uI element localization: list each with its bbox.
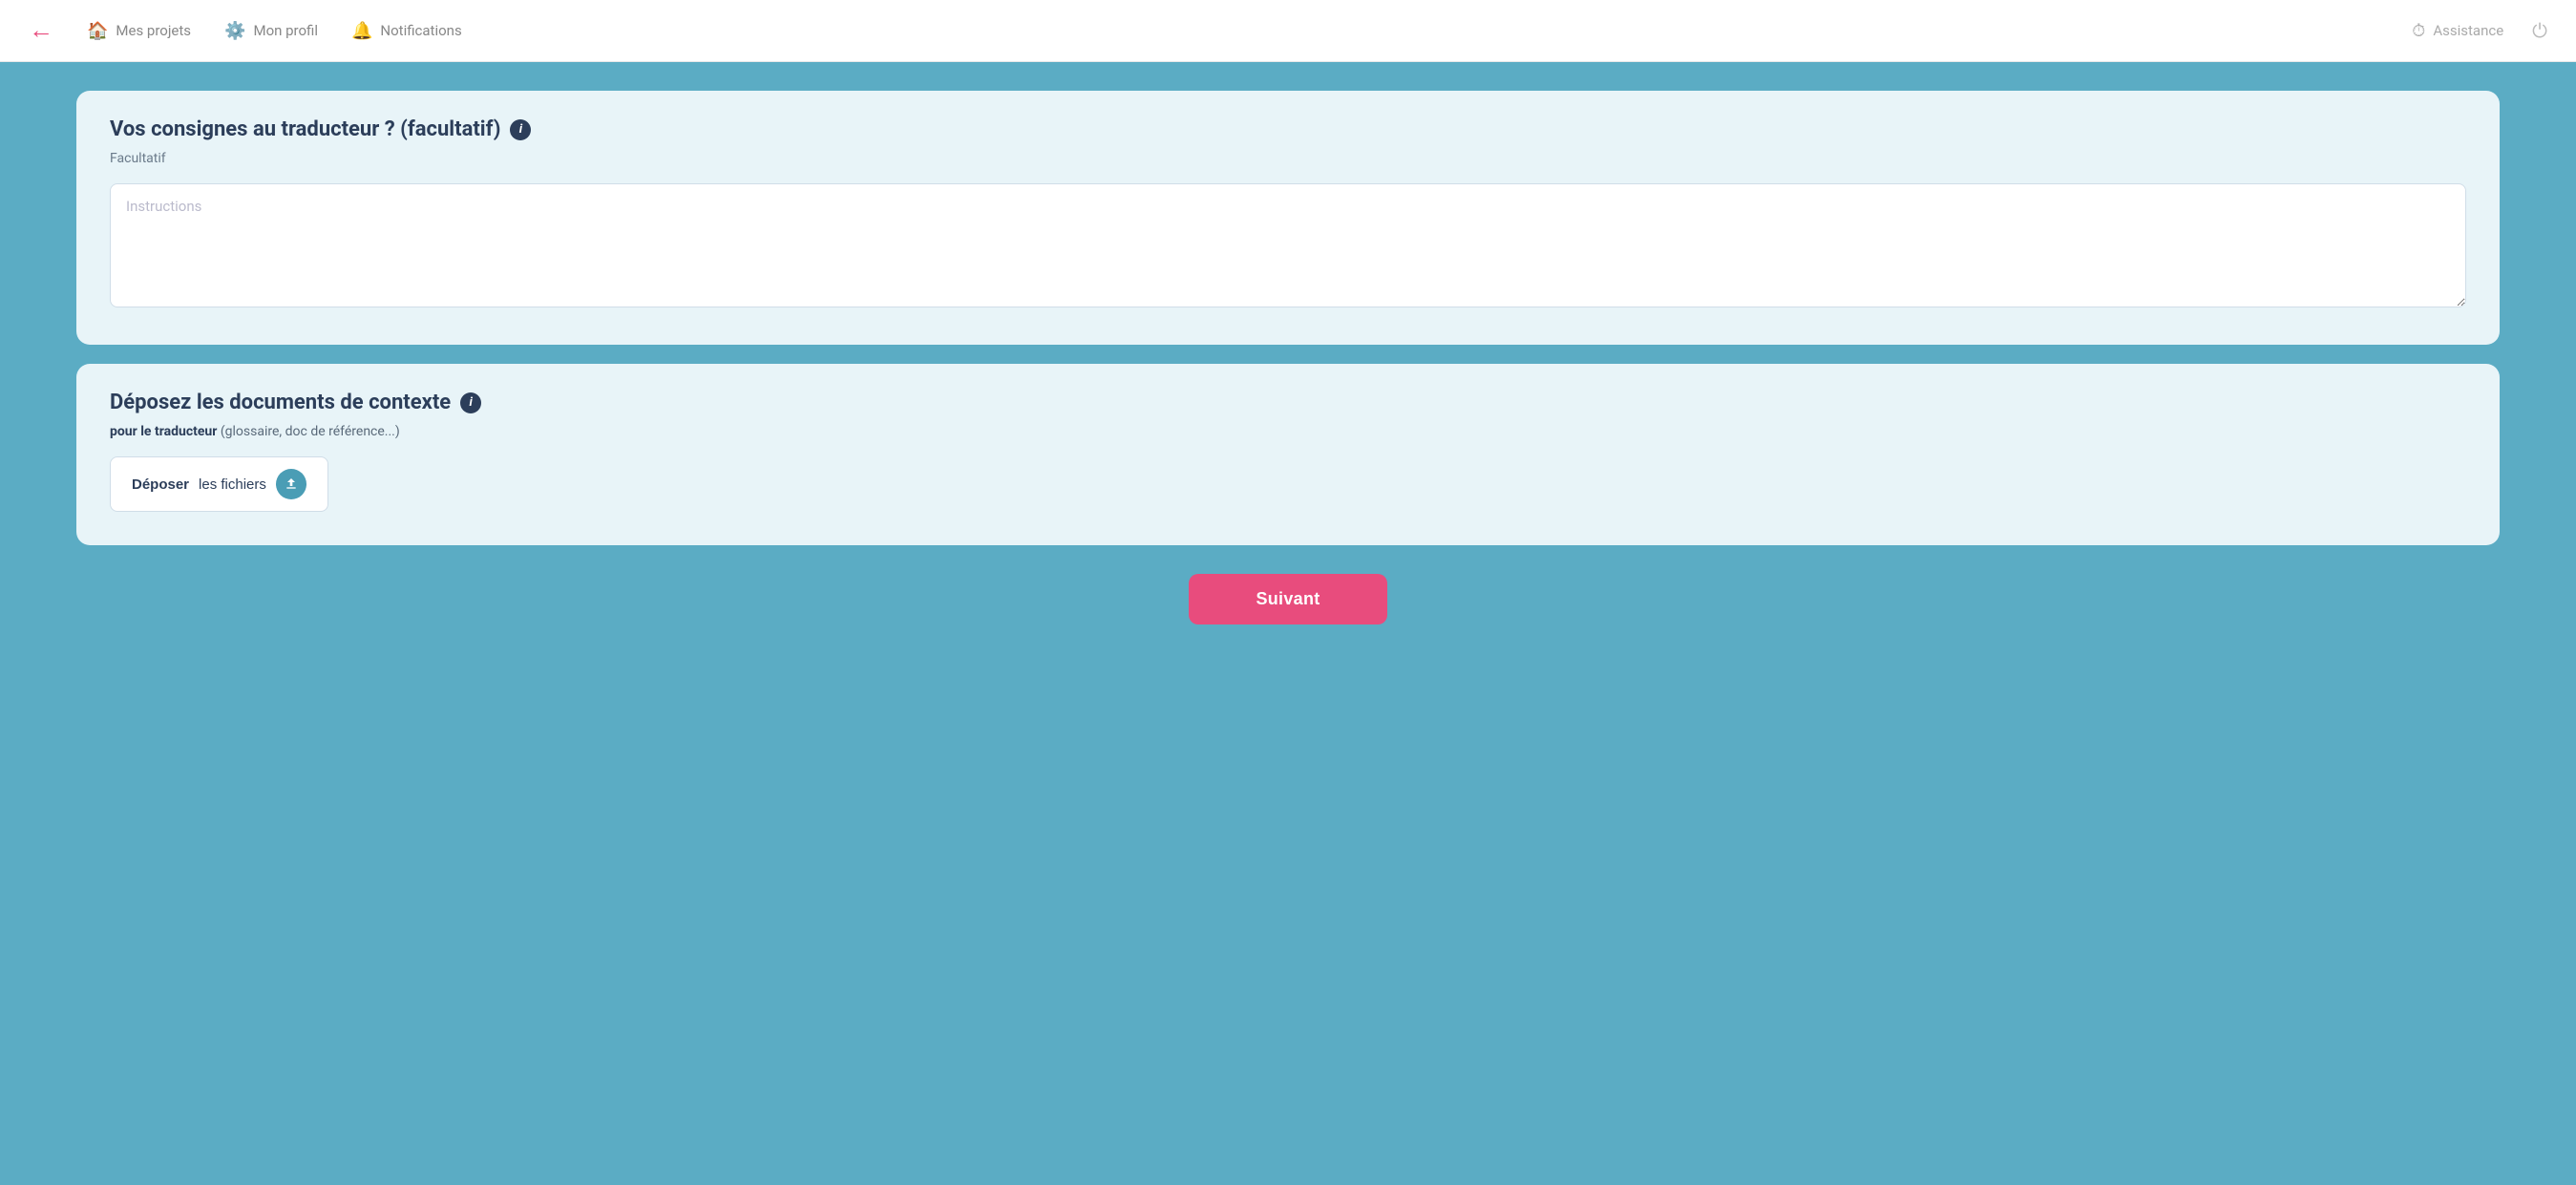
instructions-title-text: Vos consignes au traducteur ? (facultati… [110,117,500,141]
upload-button[interactable]: Déposer les fichiers [110,456,328,512]
upload-btn-bold: Déposer [132,476,189,493]
navbar: ← 🏠 Mes projets ⚙️ Mon profil 🔔 Notifica… [0,0,2576,62]
nav-notifications[interactable]: 🔔 Notifications [351,21,462,41]
nav-mes-projets[interactable]: 🏠 Mes projets [87,21,191,41]
upload-desc-bold: pour le traducteur [110,424,217,439]
nav-assistance[interactable]: ⏱ Assistance [2412,21,2503,41]
context-docs-section: Déposez les documents de contexte i pour… [76,364,2500,545]
gear-icon: ⚙️ [224,21,245,41]
nav-power[interactable]: ⏻ [2532,19,2547,42]
mon-profil-label: Mon profil [253,22,318,39]
main-content: Vos consignes au traducteur ? (facultati… [0,62,2576,1185]
mes-projets-label: Mes projets [116,22,191,39]
context-docs-info-icon[interactable]: i [460,392,481,413]
navbar-right: ⏱ Assistance ⏻ [2412,19,2547,42]
upload-desc-rest: (glossaire, doc de référence...) [217,424,399,439]
upload-description: pour le traducteur (glossaire, doc de ré… [110,424,2466,439]
instructions-section: Vos consignes au traducteur ? (facultati… [76,91,2500,345]
power-icon: ⏻ [2532,19,2547,42]
back-button[interactable]: ← [29,18,53,43]
upload-btn-rest: les fichiers [199,476,266,493]
nav-mon-profil[interactable]: ⚙️ Mon profil [224,21,318,41]
navbar-left: ← 🏠 Mes projets ⚙️ Mon profil 🔔 Notifica… [29,18,462,43]
assistance-label: Assistance [2433,22,2503,39]
instructions-info-icon[interactable]: i [510,119,531,140]
upload-cloud-icon [276,469,306,499]
context-docs-title: Déposez les documents de contexte i [110,391,2466,414]
notifications-label: Notifications [380,22,461,39]
instructions-title: Vos consignes au traducteur ? (facultati… [110,117,2466,141]
context-docs-title-text: Déposez les documents de contexte [110,391,451,414]
instructions-subtitle: Facultatif [110,151,2466,166]
assistance-icon: ⏱ [2412,21,2425,41]
next-button[interactable]: Suivant [1189,574,1386,624]
home-icon: 🏠 [87,21,108,41]
next-button-container: Suivant [76,574,2500,624]
bell-icon: 🔔 [351,21,372,41]
instructions-textarea[interactable] [110,183,2466,307]
